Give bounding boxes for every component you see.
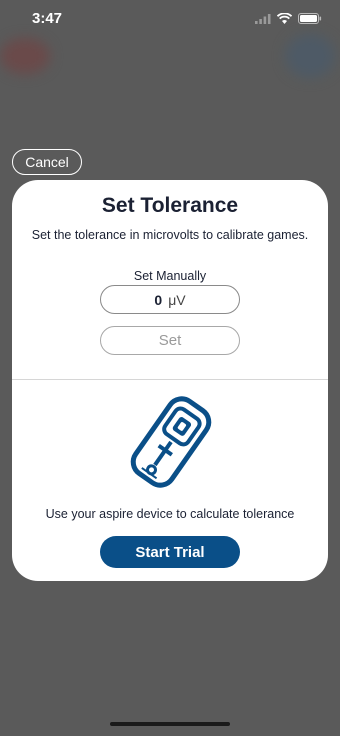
- set-tolerance-modal: Set Tolerance Set the tolerance in micro…: [12, 180, 328, 581]
- wifi-icon: [276, 11, 293, 29]
- tolerance-input[interactable]: 0 μV: [100, 285, 240, 314]
- battery-icon: [298, 11, 322, 29]
- device-instruction: Use your aspire device to calculate tole…: [45, 507, 295, 521]
- status-bar: 3:47: [0, 0, 340, 40]
- cancel-button[interactable]: Cancel: [12, 149, 82, 175]
- background-app-shape: [0, 38, 50, 74]
- set-manually-label: Set Manually: [133, 269, 207, 283]
- modal-subtitle: Set the tolerance in microvolts to calib…: [31, 228, 309, 242]
- divider: [12, 379, 328, 380]
- start-trial-button[interactable]: Start Trial: [100, 536, 240, 568]
- tolerance-unit: μV: [168, 291, 186, 308]
- modal-title: Set Tolerance: [101, 194, 239, 217]
- tolerance-value: 0: [154, 291, 163, 308]
- status-time: 3:47: [32, 10, 63, 27]
- aspire-device-icon: [116, 392, 226, 492]
- home-indicator[interactable]: [110, 722, 230, 726]
- signal-icon: [255, 11, 271, 29]
- background-app-shape: [285, 34, 335, 78]
- status-icons: [255, 11, 322, 29]
- set-button[interactable]: Set: [100, 326, 240, 355]
